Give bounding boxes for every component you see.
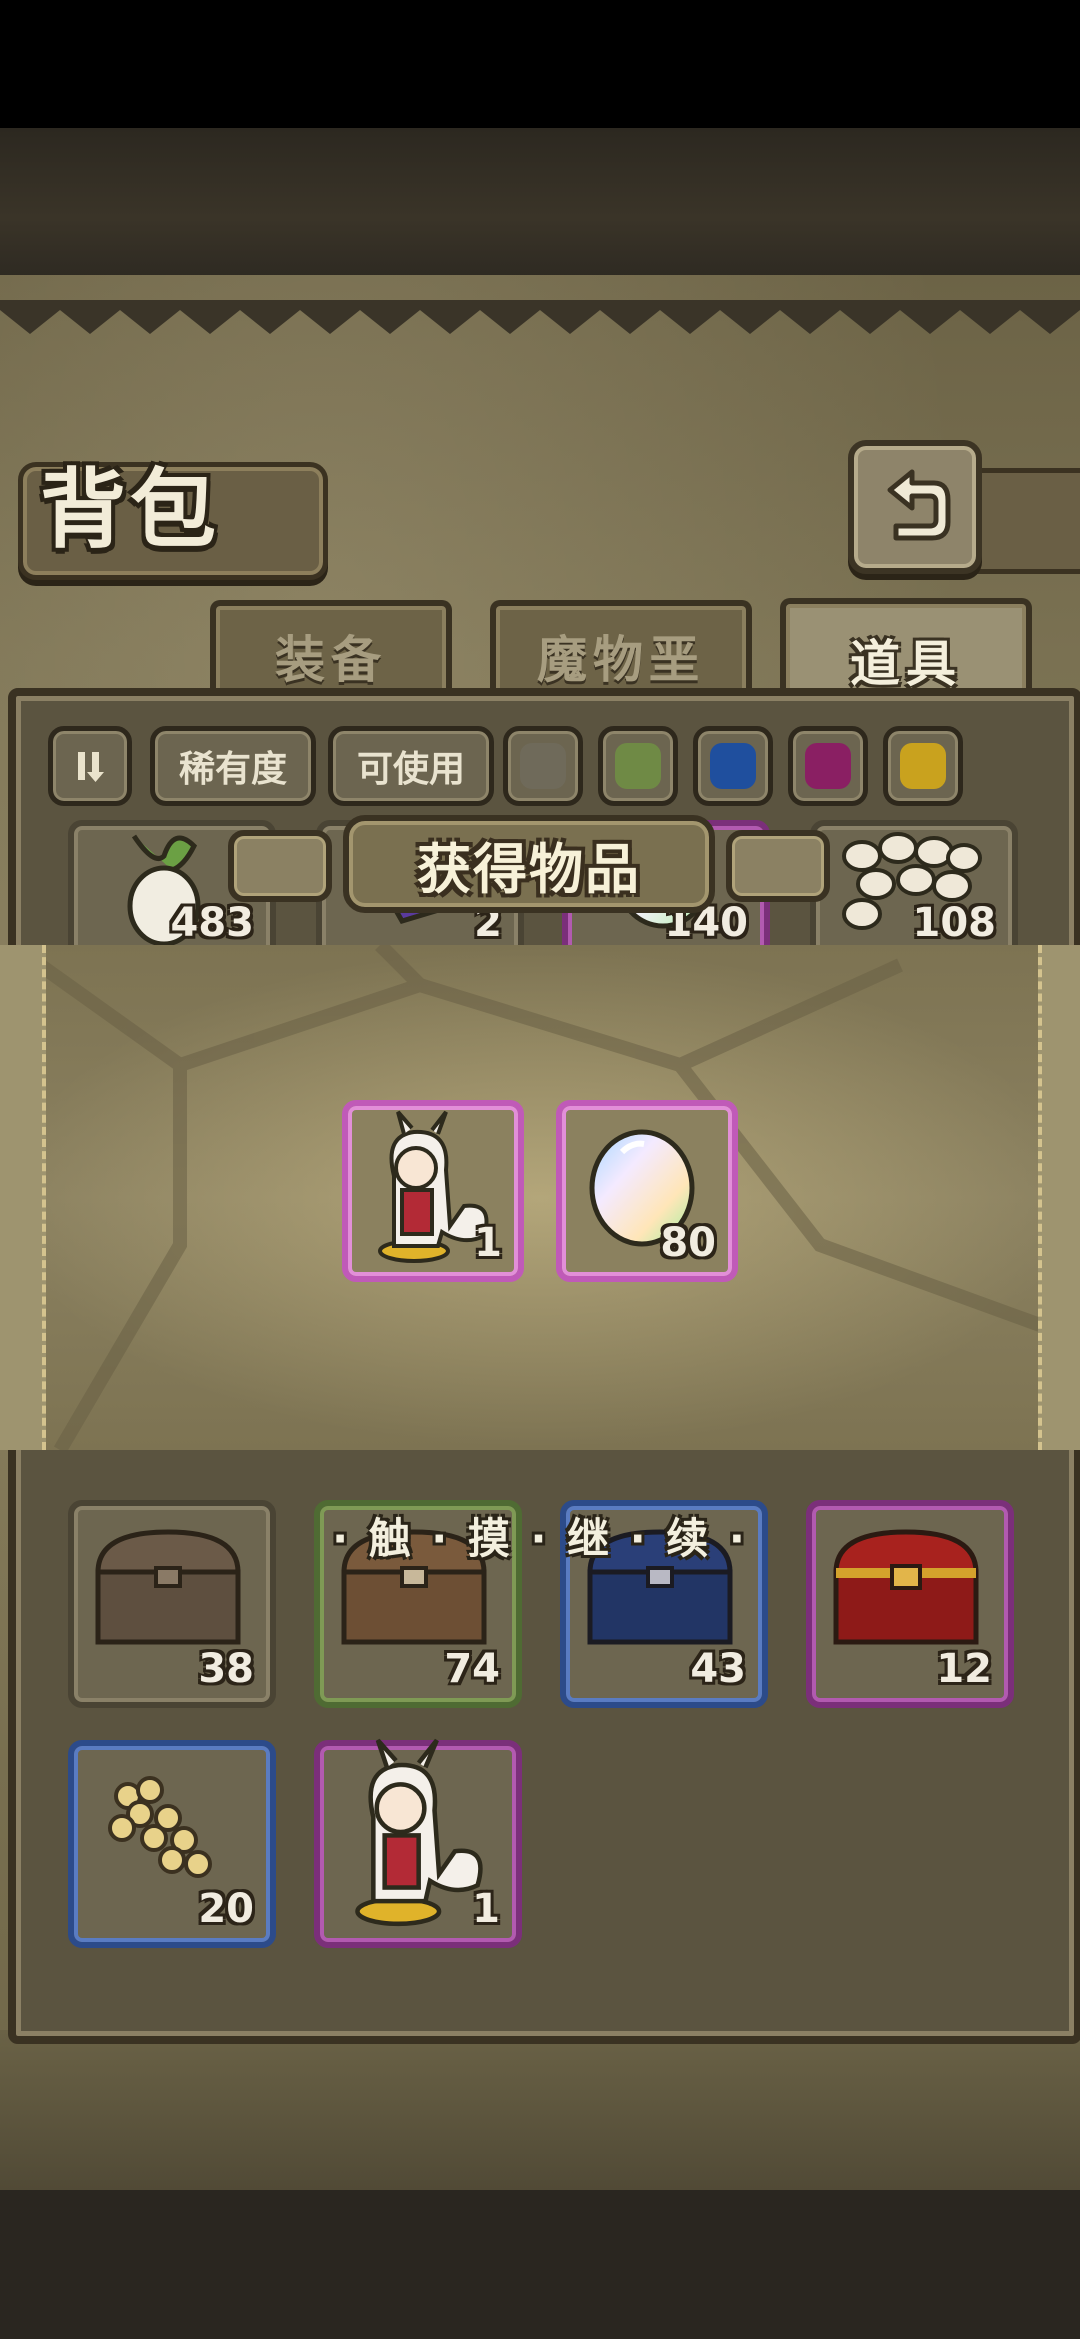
sort-order-icon xyxy=(78,752,104,782)
page-title: 背包 xyxy=(40,459,220,560)
torn-edge-decoration xyxy=(0,300,1080,334)
reward-item[interactable]: 1 xyxy=(342,1100,524,1282)
back-button[interactable] xyxy=(848,440,982,574)
filter-label: 稀有度 xyxy=(178,749,287,790)
map-lines-decoration xyxy=(35,945,1043,1450)
overlay-left-edge xyxy=(0,945,46,1450)
item-count: 108 xyxy=(912,900,997,946)
inventory-slot[interactable]: 12 xyxy=(806,1500,1014,1708)
inventory-slot[interactable]: 20 xyxy=(68,1740,276,1948)
item-count: 43 xyxy=(690,1646,746,1692)
tab-label: 魔物垩 xyxy=(537,631,705,689)
reward-count: 1 xyxy=(474,1220,502,1266)
item-count: 483 xyxy=(170,900,255,946)
reward-item[interactable]: 80 xyxy=(556,1100,738,1282)
color-filter-green[interactable] xyxy=(598,726,678,806)
item-count: 38 xyxy=(198,1646,254,1692)
return-arrow-icon xyxy=(887,469,951,541)
inventory-slot[interactable]: 108 xyxy=(810,820,1018,962)
touch-to-continue-hint: · 触 · 摸 · 继 · 续 · xyxy=(332,1514,748,1563)
rarity-filter-button[interactable]: 稀有度 xyxy=(150,726,316,806)
item-count: 74 xyxy=(444,1646,500,1692)
header-background xyxy=(0,128,1080,278)
color-filter-purple[interactable] xyxy=(788,726,868,806)
header-side-ornament xyxy=(228,830,332,902)
status-bar xyxy=(0,0,1080,128)
tab-label: 装备 xyxy=(275,631,387,689)
overlay-right-edge xyxy=(1038,945,1080,1450)
color-filter-gold[interactable] xyxy=(883,726,963,806)
footer-background xyxy=(0,2030,1080,2190)
usable-filter-button[interactable]: 可使用 xyxy=(328,726,494,806)
sort-toggle-button[interactable] xyxy=(48,726,132,806)
color-filter-blue[interactable] xyxy=(693,726,773,806)
rewards-title: 获得物品 xyxy=(417,837,641,901)
wooden-chest-icon xyxy=(95,1529,241,1645)
reward-overlay[interactable] xyxy=(0,945,1080,1450)
filter-label: 可使用 xyxy=(356,749,465,790)
tab-label: 道具 xyxy=(850,635,962,693)
item-count: 20 xyxy=(198,1886,254,1932)
yellow-flowers-icon xyxy=(108,1776,212,1878)
header-side-ornament xyxy=(726,830,830,902)
inventory-slot[interactable]: 38 xyxy=(68,1500,276,1708)
color-filter-gray[interactable] xyxy=(503,726,583,806)
item-count: 1 xyxy=(472,1886,500,1932)
inventory-slot[interactable]: 1 xyxy=(314,1738,522,1948)
item-count: 12 xyxy=(936,1646,992,1692)
reward-count: 80 xyxy=(660,1220,716,1266)
footer-dark-band xyxy=(0,2190,1080,2339)
red-chest-icon xyxy=(833,1529,979,1645)
